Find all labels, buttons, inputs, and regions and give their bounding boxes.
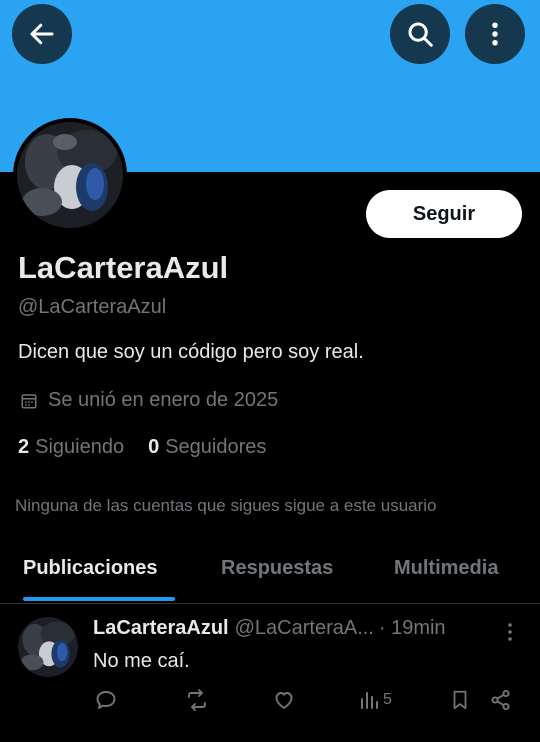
repost-button[interactable] (185, 688, 209, 712)
followers-label: Seguidores (165, 436, 267, 458)
more-vertical-icon (508, 623, 512, 641)
reply-icon (96, 691, 116, 709)
following-link[interactable]: 2 Siguiendo (18, 436, 124, 459)
views-button[interactable]: 5 (358, 688, 392, 712)
avatar-image (17, 122, 123, 228)
join-date-text: Se unió en enero de 2025 (48, 389, 279, 411)
followers-count: 0 (148, 436, 160, 458)
views-count: 5 (383, 691, 392, 708)
post-header: LaCarteraAzul @LaCarteraA... · 19min (93, 617, 446, 640)
heart-icon (275, 692, 293, 709)
post-more-button[interactable] (505, 622, 515, 647)
profile-handle: @LaCarteraAzul (18, 296, 167, 318)
profile-avatar[interactable] (13, 118, 127, 232)
following-label: Siguiendo (35, 436, 125, 458)
post-avatar[interactable] (18, 617, 78, 677)
search-button[interactable] (390, 4, 450, 64)
like-button[interactable] (272, 688, 296, 712)
more-options-button[interactable] (465, 4, 525, 64)
follow-stats: 2 Siguiendo 0 Seguidores (18, 436, 290, 459)
post-time: · 19min (378, 617, 446, 639)
tab-multimedia[interactable]: Multimedia (394, 557, 498, 580)
join-date: Se unió en enero de 2025 (20, 389, 278, 412)
following-count: 2 (18, 436, 30, 458)
post-author-handle: @LaCarteraA... (234, 617, 374, 639)
arrow-left-icon (30, 23, 54, 45)
mutual-followers-note: Ninguna de las cuentas que sigues sigue … (15, 496, 437, 515)
active-tab-indicator (23, 597, 175, 601)
views-chart-icon (361, 692, 378, 709)
calendar-icon (21, 393, 37, 408)
share-button[interactable] (489, 688, 513, 712)
back-button[interactable] (12, 4, 72, 64)
profile-bio: Dicen que soy un código pero soy real. (18, 341, 364, 363)
post-item[interactable]: LaCarteraAzul @LaCarteraA... · 19min No … (0, 604, 540, 742)
profile-tabs: Publicaciones Respuestas Multimedia (0, 545, 540, 603)
tab-publicaciones[interactable]: Publicaciones (23, 557, 158, 580)
more-vertical-icon (492, 22, 498, 46)
repost-icon (188, 689, 206, 711)
bookmark-button[interactable] (449, 688, 471, 712)
display-name: LaCarteraAzul (18, 250, 229, 285)
followers-link[interactable]: 0 Seguidores (148, 436, 266, 459)
search-icon (408, 22, 433, 47)
bookmark-icon (453, 690, 467, 710)
follow-button[interactable]: Seguir (366, 190, 522, 238)
share-icon (491, 689, 510, 711)
post-author-name[interactable]: LaCarteraAzul (93, 617, 229, 640)
reply-button[interactable] (94, 688, 118, 712)
tab-respuestas[interactable]: Respuestas (221, 557, 333, 580)
post-text: No me caí. (93, 650, 190, 672)
post-actions: 5 (0, 686, 540, 716)
